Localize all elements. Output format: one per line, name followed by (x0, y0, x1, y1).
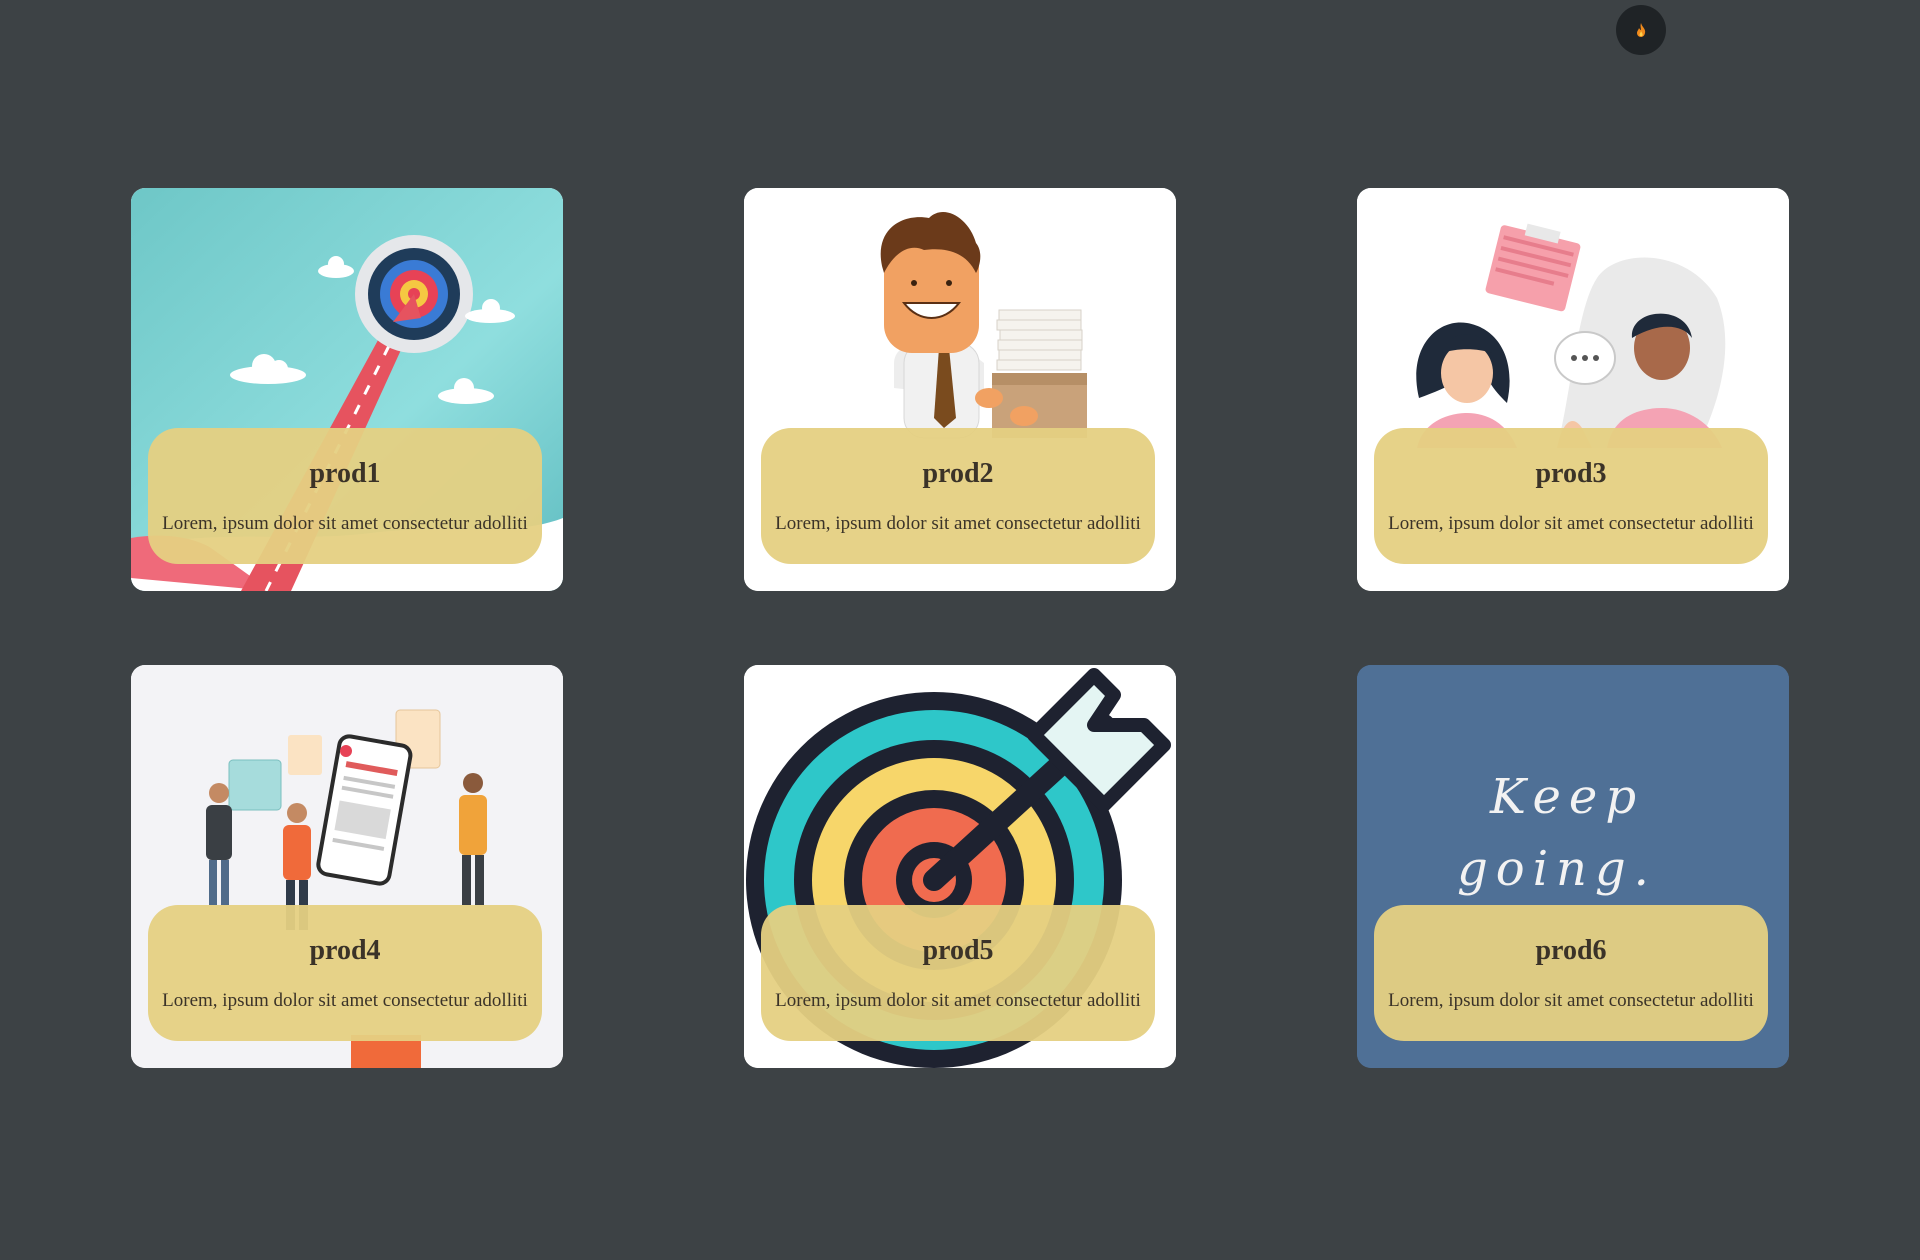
theme-toggle-button[interactable] (1616, 5, 1666, 55)
card-info-panel: prod3 Lorem, ipsum dolor sit amet consec… (1374, 428, 1768, 564)
card-info-panel: prod1 Lorem, ipsum dolor sit amet consec… (148, 428, 542, 564)
card-description: Lorem, ipsum dolor sit amet consectetur … (162, 990, 528, 1011)
card-title: prod5 (922, 935, 994, 966)
keep-going-text: Keep (1489, 769, 1644, 825)
card-title: prod3 (1535, 458, 1607, 489)
card-description: Lorem, ipsum dolor sit amet consectetur … (1388, 990, 1754, 1011)
product-card-5[interactable]: prod5 Lorem, ipsum dolor sit amet consec… (744, 665, 1176, 1068)
product-card-1[interactable]: prod1 Lorem, ipsum dolor sit amet consec… (131, 188, 563, 591)
product-card-3[interactable]: prod3 Lorem, ipsum dolor sit amet consec… (1357, 188, 1789, 591)
card-title: prod6 (1535, 935, 1607, 966)
card-info-panel: prod2 Lorem, ipsum dolor sit amet consec… (761, 428, 1155, 564)
svg-text:going.: going. (1457, 841, 1657, 897)
card-title: prod4 (309, 935, 381, 966)
product-card-2[interactable]: prod2 Lorem, ipsum dolor sit amet consec… (744, 188, 1176, 591)
card-title: prod2 (922, 458, 994, 489)
card-description: Lorem, ipsum dolor sit amet consectetur … (162, 513, 528, 534)
card-info-panel: prod5 Lorem, ipsum dolor sit amet consec… (761, 905, 1155, 1041)
page: prod1 Lorem, ipsum dolor sit amet consec… (0, 0, 1920, 1260)
card-info-panel: prod4 Lorem, ipsum dolor sit amet consec… (148, 905, 542, 1041)
card-title: prod1 (309, 458, 381, 489)
card-info-panel: prod6 Lorem, ipsum dolor sit amet consec… (1374, 905, 1768, 1041)
product-card-4[interactable]: prod4 Lorem, ipsum dolor sit amet consec… (131, 665, 563, 1068)
card-description: Lorem, ipsum dolor sit amet consectetur … (1388, 513, 1754, 534)
flame-icon (1637, 23, 1646, 37)
card-description: Lorem, ipsum dolor sit amet consectetur … (775, 513, 1141, 534)
card-description: Lorem, ipsum dolor sit amet consectetur … (775, 990, 1141, 1011)
product-card-6[interactable]: Keep going. prod6 Lorem, ipsum dolor sit… (1357, 665, 1789, 1068)
